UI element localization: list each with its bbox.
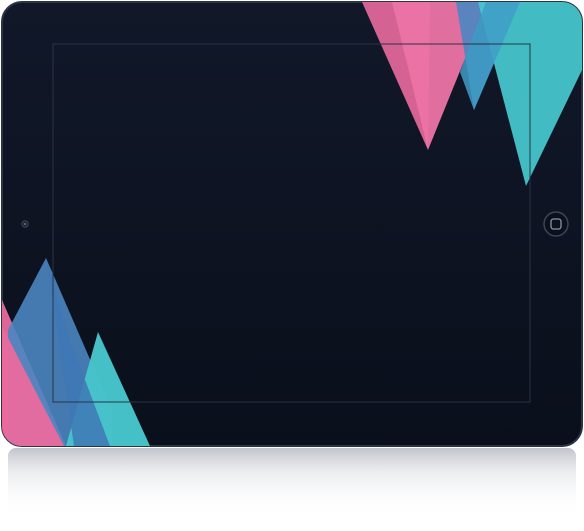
reflection: [8, 448, 576, 518]
tablet-illustration: [1, 1, 583, 518]
home-button-icon[interactable]: [543, 211, 569, 237]
camera-icon: [21, 220, 29, 228]
tablet-mockup: [0, 0, 584, 531]
